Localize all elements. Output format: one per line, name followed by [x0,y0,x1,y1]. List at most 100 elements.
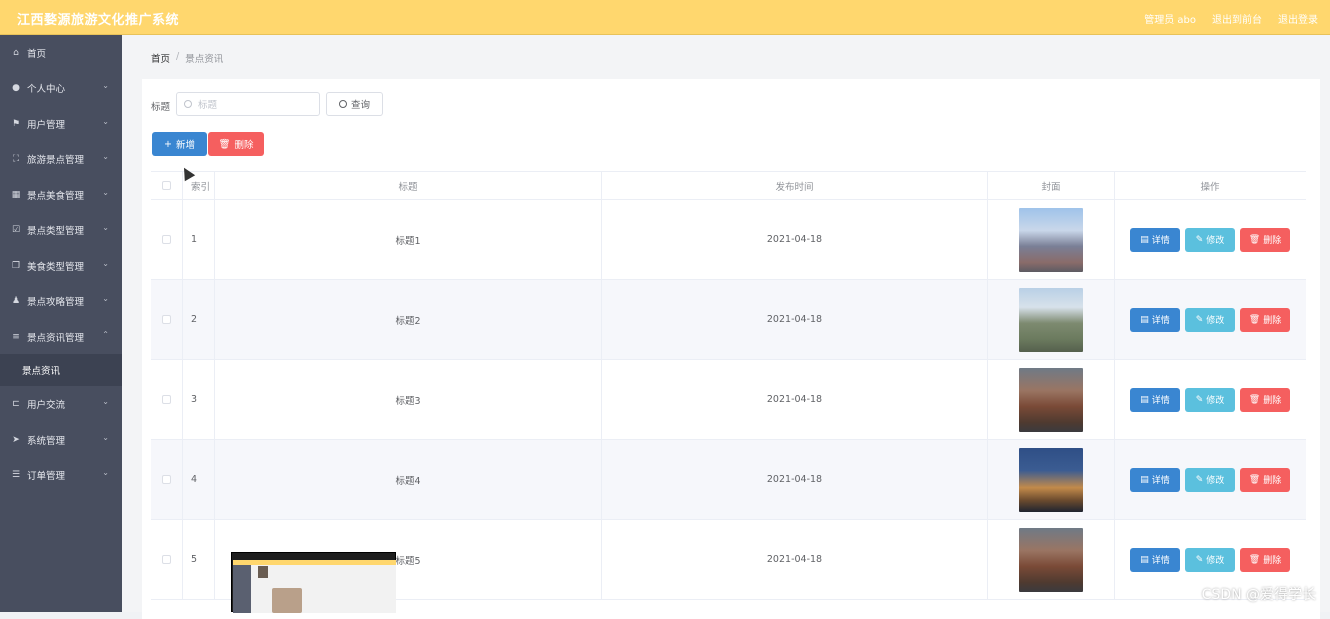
detail-label: 详情 [1151,476,1170,486]
checkbox[interactable] [162,181,171,190]
add-button[interactable]: + 新增 [152,132,207,156]
batch-delete-button[interactable]: 🗑 删除 [208,132,264,156]
row-title: 标题4 [215,440,602,519]
delete-button[interactable]: 🗑 删除 [1240,227,1290,252]
detail-button[interactable]: ▤ 详情 [1130,467,1180,492]
admin-user-label: 管理员 abo [1144,15,1196,26]
sidebar-item-label: 订单管理 [27,470,66,482]
sidebar-item-profile[interactable]: ● 个人中心 ⌄ [0,70,122,105]
document-icon: ▤ [1140,394,1149,405]
breadcrumb-current: 景点资讯 [185,54,224,65]
preview-image [272,588,302,613]
query-button-label: 查询 [350,100,370,111]
detail-label: 详情 [1151,556,1170,566]
sidebar-item-label: 景点攻略管理 [27,296,85,308]
delete-button[interactable]: 🗑 删除 [1240,387,1290,412]
chevron-down-icon: ⌄ [102,468,109,477]
delete-button[interactable]: 🗑 删除 [1240,467,1290,492]
sidebar-item-forum[interactable]: ⊏ 用户交流 ⌄ [0,386,122,421]
checkbox[interactable] [162,395,171,404]
detail-button[interactable]: ▤ 详情 [1130,307,1180,332]
sidebar-item-attractions[interactable]: ⛶ 旅游景点管理 ⌄ [0,141,122,176]
detail-button[interactable]: ▤ 详情 [1130,227,1180,252]
sidebar-item-food[interactable]: ▦ 景点美食管理 ⌄ [0,177,122,212]
delete-button[interactable]: 🗑 删除 [1240,307,1290,332]
cover-image [1019,447,1083,512]
row-select [151,520,183,599]
edit-button[interactable]: ✎ 修改 [1185,467,1235,492]
edit-icon: ✎ [1195,314,1204,325]
trash-icon: 🗑 [1248,314,1261,325]
chevron-down-icon: ⌄ [102,294,109,303]
sidebar-item-home[interactable]: ⌂ 首页 [0,35,122,70]
watermark: CSDN @爱得学长 [1201,587,1316,603]
row-actions: ▤ 详情 ✎ 修改 🗑 删除 [1115,440,1305,519]
sidebar-item-system[interactable]: ➤ 系统管理 ⌄ [0,422,122,457]
checkbox[interactable] [162,315,171,324]
main-content: 首页 / 景点资讯 标题 标题 查询 + 新增 🗑 删除 索引 标题 发布时间 [122,35,1330,619]
chevron-down-icon: ⌄ [102,223,109,232]
trash-icon: 🗑 [1248,474,1261,485]
sidebar: ⌂ 首页 ● 个人中心 ⌄ ⚑ 用户管理 ⌄ ⛶ 旅游景点管理 ⌄ ▦ 景点美食… [0,35,122,612]
edit-label: 修改 [1206,476,1225,486]
sidebar-item-label: 景点类型管理 [27,225,85,237]
checkbox[interactable] [162,235,171,244]
header-cover: 封面 [988,172,1115,199]
row-index: 1 [183,200,215,279]
edit-label: 修改 [1206,236,1225,246]
detail-button[interactable]: ▤ 详情 [1130,387,1180,412]
edit-button[interactable]: ✎ 修改 [1185,547,1235,572]
row-date: 2021-04-18 [602,360,988,439]
delete-label: 删除 [1263,316,1282,326]
header-actions: 操作 [1200,181,1220,193]
chart-icon: ☑ [11,224,21,235]
edit-button[interactable]: ✎ 修改 [1185,387,1235,412]
row-cover-cell [988,360,1115,439]
row-date: 2021-04-18 [602,520,988,599]
sidebar-item-news[interactable]: ≡ 景点资讯管理 ⌃ [0,319,122,354]
search-label: 标题 [151,102,171,113]
logout-link[interactable]: 退出登录 [1278,11,1318,26]
sidebar-item-label: 景点资讯管理 [27,332,85,344]
breadcrumb-home[interactable]: 首页 [151,51,170,65]
app-title: 江西婺源旅游文化推广系统 [17,13,180,28]
row-title: 标题2 [215,280,602,359]
edit-icon: ✎ [1195,394,1204,405]
edit-button[interactable]: ✎ 修改 [1185,227,1235,252]
delete-button[interactable]: 🗑 删除 [1240,547,1290,572]
checkbox[interactable] [162,475,171,484]
detail-button[interactable]: ▤ 详情 [1130,547,1180,572]
detail-label: 详情 [1151,236,1170,246]
edit-button[interactable]: ✎ 修改 [1185,307,1235,332]
sidebar-item-food-types[interactable]: ❐ 美食类型管理 ⌄ [0,248,122,283]
sidebar-item-orders[interactable]: ☰ 订单管理 ⌄ [0,457,122,492]
search-icon [338,100,347,108]
back-to-front-link[interactable]: 退出到前台 [1212,11,1262,26]
delete-button-label: 删除 [234,140,254,151]
trash-icon: 🗑 [218,138,231,150]
plus-icon: + [164,138,172,150]
trash-icon: 🗑 [1248,394,1261,405]
screenshot-preview-thumbnail [231,552,396,613]
checkbox[interactable] [162,555,171,564]
sidebar-item-users[interactable]: ⚑ 用户管理 ⌄ [0,106,122,141]
search-input[interactable]: 标题 [176,92,320,116]
sidebar-item-label: 首页 [27,48,47,60]
query-button[interactable]: 查询 [326,92,383,116]
sidebar-item-label: 美食类型管理 [27,261,85,273]
row-title: 标题1 [215,200,602,279]
header-date: 发布时间 [602,172,988,199]
sidebar-item-guides[interactable]: ♟ 景点攻略管理 ⌄ [0,283,122,318]
row-actions: ▤ 详情 ✎ 修改 🗑 删除 [1115,360,1305,439]
chevron-down-icon: ⌄ [102,152,109,161]
edit-icon: ✎ [1195,474,1204,485]
sidebar-item-attraction-types[interactable]: ☑ 景点类型管理 ⌄ [0,212,122,247]
cover-image [1019,207,1083,272]
sidebar-subitem-news[interactable]: 景点资讯 [0,354,122,386]
header-title: 标题 [215,172,602,199]
header-select-all[interactable] [151,172,183,199]
row-select [151,280,183,359]
row-index: 2 [183,280,215,359]
send-icon: ➤ [12,434,20,445]
row-title: 标题3 [215,360,602,439]
